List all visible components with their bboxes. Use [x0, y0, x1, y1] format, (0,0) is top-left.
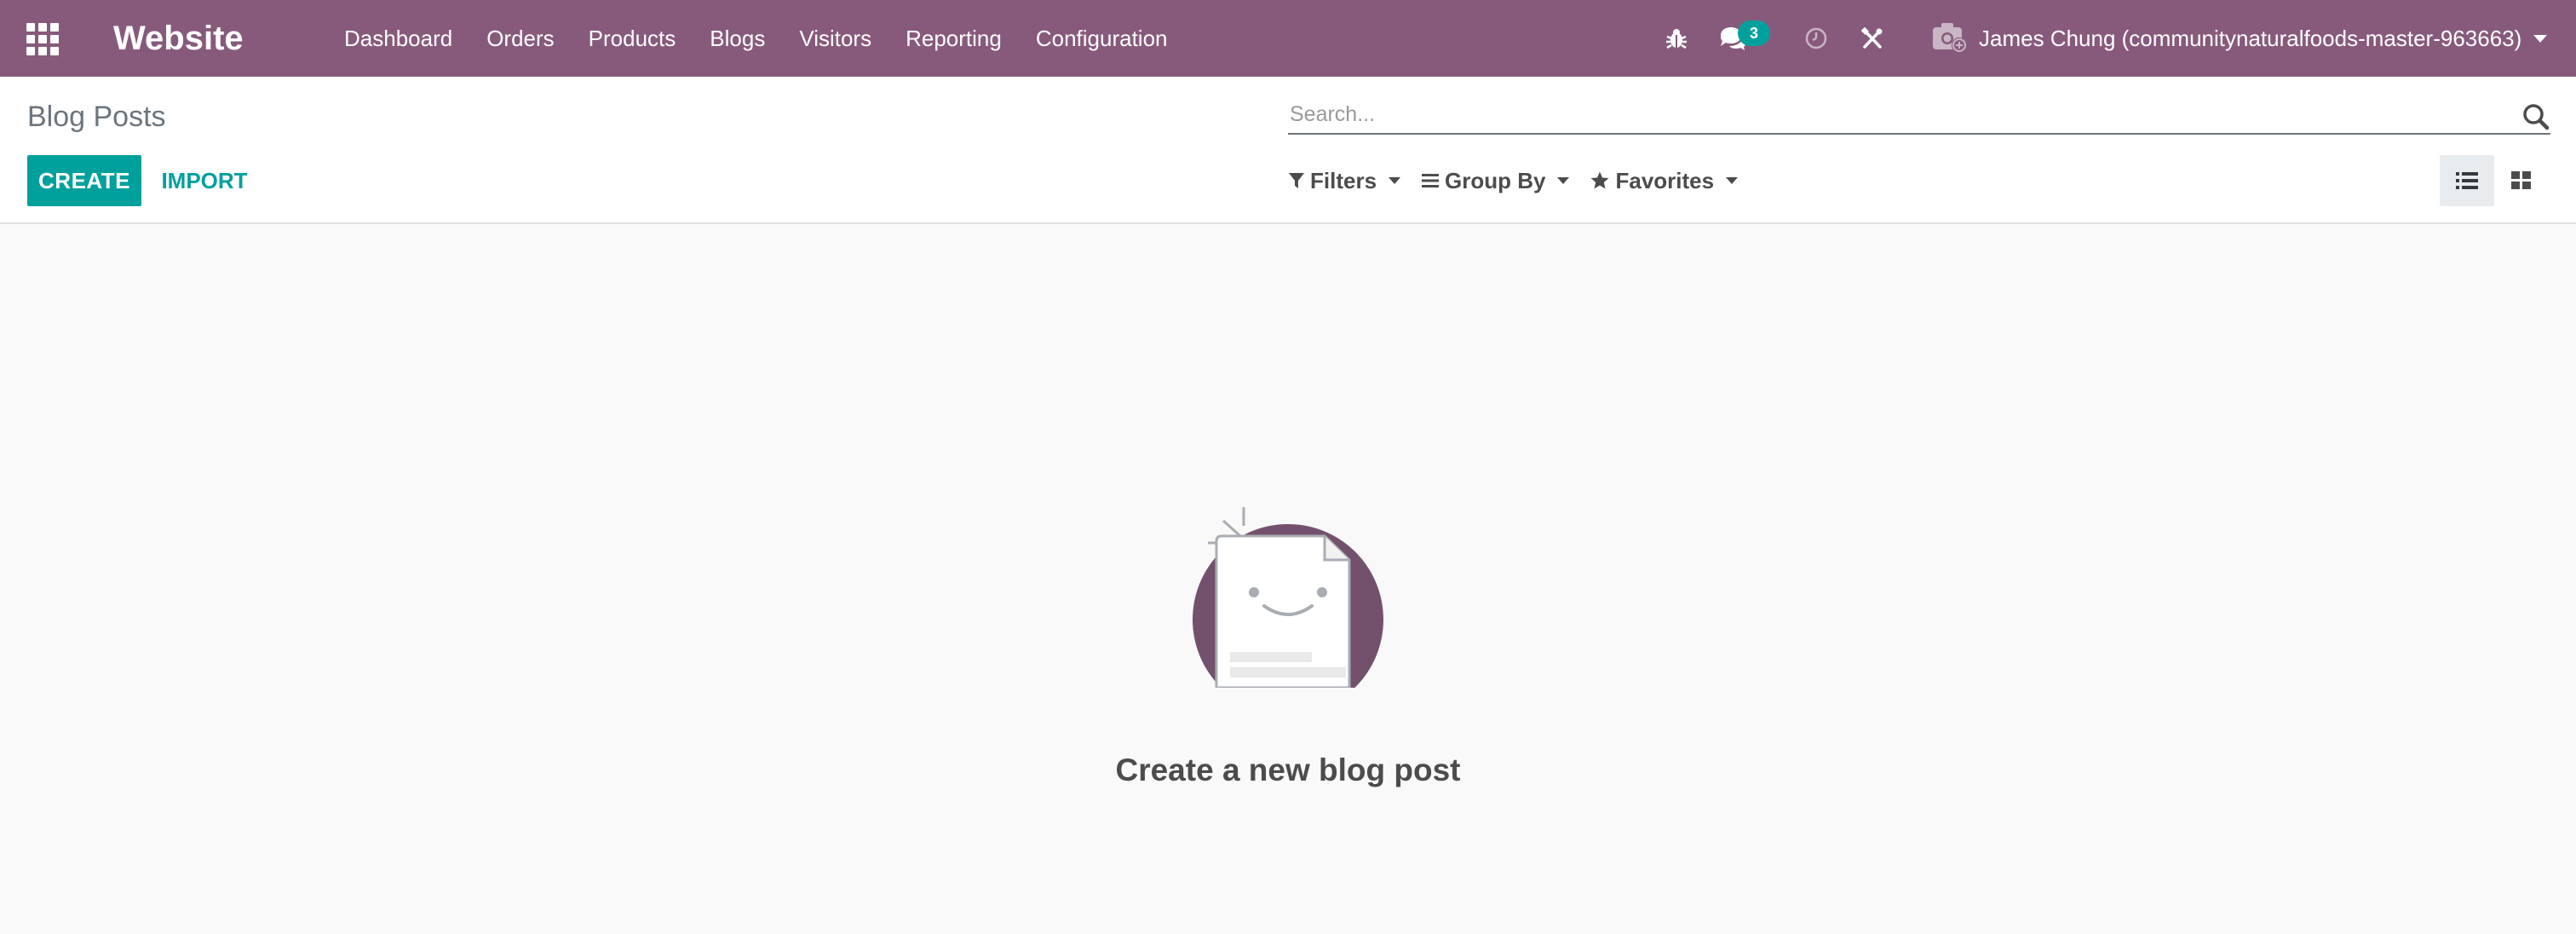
- favorites-label: Favorites: [1615, 167, 1715, 193]
- create-button[interactable]: CREATE: [27, 155, 141, 206]
- list-view-button[interactable]: [2440, 155, 2494, 206]
- empty-state-title: Create a new blog post: [1115, 752, 1461, 787]
- group-by-dropdown[interactable]: Group By: [1421, 167, 1570, 194]
- menu-item-configuration[interactable]: Configuration: [1019, 0, 1185, 77]
- favorites-dropdown[interactable]: Favorites: [1590, 167, 1739, 194]
- menu-item-dashboard[interactable]: Dashboard: [327, 0, 469, 77]
- search-input[interactable]: [1290, 99, 2482, 130]
- star-icon: [1590, 171, 1609, 189]
- camera-icon: [1933, 23, 1967, 53]
- kanban-view-button[interactable]: [2494, 155, 2549, 206]
- filter-icon: [1289, 173, 1304, 188]
- empty-document-illustration: [1193, 507, 1383, 688]
- messages-count-badge: 3: [1738, 20, 1770, 46]
- import-button[interactable]: IMPORT: [153, 155, 256, 206]
- clock-icon[interactable]: [1799, 21, 1833, 55]
- menu-item-reporting[interactable]: Reporting: [888, 0, 1019, 77]
- top-navbar: Website Dashboard Orders Products Blogs …: [0, 0, 2576, 77]
- main-menu: Dashboard Orders Products Blogs Visitors…: [327, 0, 1185, 77]
- chevron-down-icon: [1389, 177, 1401, 184]
- menu-item-products[interactable]: Products: [572, 0, 693, 77]
- kanban-view-icon: [2511, 171, 2531, 189]
- menu-item-orders[interactable]: Orders: [469, 0, 571, 77]
- user-menu[interactable]: James Chung (communitynaturalfoods-maste…: [1931, 0, 2548, 77]
- apps-grid-icon[interactable]: [26, 22, 60, 56]
- page-title: Blog Posts: [27, 101, 166, 133]
- app-title[interactable]: Website: [113, 0, 244, 77]
- chevron-down-icon: [2533, 34, 2548, 43]
- filters-label: Filters: [1310, 167, 1377, 193]
- bug-icon[interactable]: [1659, 21, 1693, 55]
- bars-icon: [1422, 174, 1440, 187]
- search-icon[interactable]: [2521, 102, 2550, 131]
- chevron-down-icon: [1557, 177, 1570, 184]
- main-content: Create a new blog post: [0, 224, 2576, 934]
- chevron-down-icon: [1726, 177, 1739, 184]
- filters-dropdown[interactable]: Filters: [1288, 167, 1401, 194]
- user-name[interactable]: James Chung (communitynaturalfoods-maste…: [1979, 26, 2521, 52]
- group-by-label: Group By: [1445, 167, 1546, 193]
- tools-icon[interactable]: [1855, 21, 1889, 55]
- search-options: Filters Group By Favorites: [1288, 162, 1758, 199]
- menu-item-visitors[interactable]: Visitors: [782, 0, 888, 77]
- search-bar: [1288, 95, 2550, 135]
- list-view-icon: [2456, 172, 2478, 189]
- control-panel: Blog Posts CREATE IMPORT Filters Group B…: [0, 77, 2576, 224]
- view-switcher: [2440, 155, 2549, 206]
- menu-item-blogs[interactable]: Blogs: [693, 0, 782, 77]
